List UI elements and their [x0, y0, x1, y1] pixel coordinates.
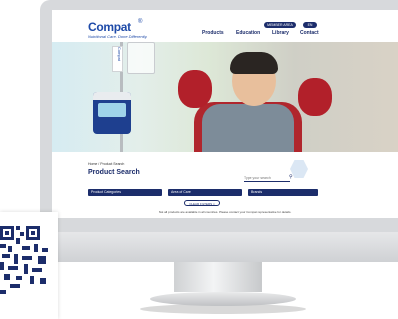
- monitor-foot: [150, 292, 296, 306]
- monitor-stand: [174, 262, 262, 292]
- monitor-chin: [40, 232, 398, 262]
- member-area-button[interactable]: MEMBER AREA: [264, 22, 296, 28]
- bag-label: Compat: [112, 46, 123, 72]
- compat-logo[interactable]: Compat: [88, 20, 131, 34]
- page-title: Product Search: [88, 169, 140, 176]
- monitor-screen: Compat ® Nutritional Care. Done Differen…: [52, 10, 398, 218]
- area-of-care-select[interactable]: Area of Care: [168, 189, 242, 196]
- breadcrumb[interactable]: Home / Product Search: [88, 162, 124, 166]
- pump-display: [98, 103, 126, 117]
- search-icon[interactable]: ⚲: [289, 174, 293, 180]
- child-shirt: [202, 104, 294, 152]
- availability-note: Not all products are available in all co…: [158, 210, 292, 214]
- boxing-glove-right: [298, 78, 332, 116]
- registered-mark: ®: [138, 19, 143, 25]
- nav-education[interactable]: Education: [236, 30, 260, 36]
- site-header: Compat ® Nutritional Care. Done Differen…: [52, 10, 398, 42]
- qr-code[interactable]: [0, 218, 52, 319]
- brand-tagline: Nutritional Care. Done Differently.: [88, 34, 148, 39]
- nav-contact[interactable]: Contact: [300, 30, 319, 36]
- nav-products[interactable]: Products: [202, 30, 224, 36]
- child-hair: [230, 52, 278, 74]
- hero-image: Compat: [52, 42, 398, 152]
- nav-library[interactable]: Library: [272, 30, 289, 36]
- clear-filters-button[interactable]: CLEAR FILTERS ×: [184, 200, 220, 206]
- language-selector[interactable]: EN: [303, 22, 317, 28]
- pump-top: [93, 92, 131, 100]
- feeding-pump: [93, 92, 131, 134]
- product-search-section: Home / Product Search Product Search ⚲ P…: [52, 152, 398, 218]
- keyword-search-input[interactable]: [244, 174, 290, 182]
- feeding-bag: [127, 42, 155, 74]
- qr-code-card: [0, 212, 58, 319]
- product-categories-select[interactable]: Product Categories: [88, 189, 162, 196]
- brands-select[interactable]: Brands: [248, 189, 318, 196]
- boxing-glove-left: [178, 70, 212, 108]
